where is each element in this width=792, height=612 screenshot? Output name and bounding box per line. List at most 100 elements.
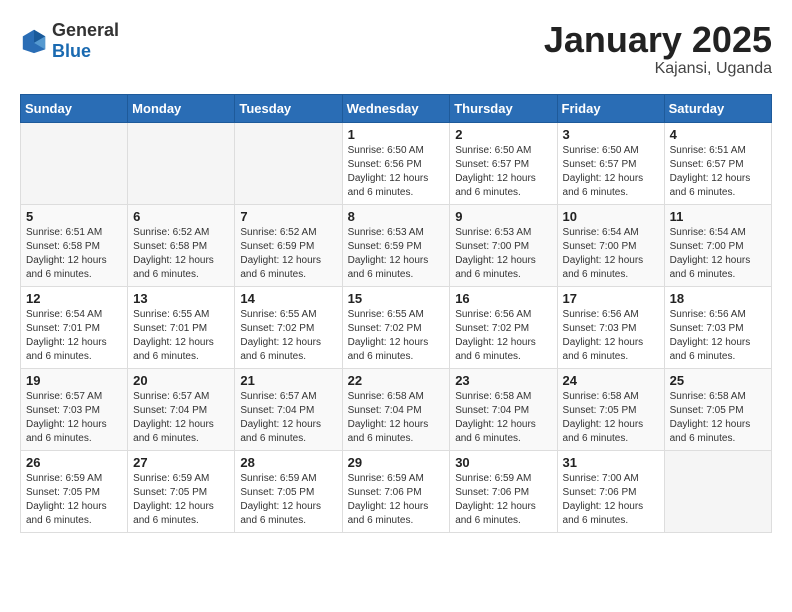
calendar-cell: 29 Sunrise: 6:59 AM Sunset: 7:06 PM Dayli…: [342, 450, 450, 532]
day-info: Sunrise: 6:57 AM Sunset: 7:03 PM Dayligh…: [26, 390, 122, 446]
day-number: 28: [240, 455, 336, 470]
day-number: 21: [240, 373, 336, 388]
day-info: Sunrise: 6:50 AM Sunset: 6:56 PM Dayligh…: [348, 144, 445, 200]
day-number: 17: [563, 291, 659, 306]
day-number: 22: [348, 373, 445, 388]
calendar-cell: 13 Sunrise: 6:55 AM Sunset: 7:01 PM Dayli…: [128, 286, 235, 368]
calendar-cell: 12 Sunrise: 6:54 AM Sunset: 7:01 PM Dayli…: [21, 286, 128, 368]
day-number: 26: [26, 455, 122, 470]
week-row-3: 12 Sunrise: 6:54 AM Sunset: 7:01 PM Dayli…: [21, 286, 772, 368]
calendar-cell: 18Sunrise: 6:56 AM Sunset: 7:03 PM Dayli…: [664, 286, 771, 368]
day-info: Sunrise: 6:51 AM Sunset: 6:57 PM Dayligh…: [670, 144, 766, 200]
calendar-cell: 1 Sunrise: 6:50 AM Sunset: 6:56 PM Daylig…: [342, 122, 450, 204]
weekday-header-monday: Monday: [128, 94, 235, 122]
day-info: Sunrise: 6:52 AM Sunset: 6:58 PM Dayligh…: [133, 226, 229, 282]
day-info: Sunrise: 6:56 AM Sunset: 7:03 PM Dayligh…: [563, 308, 659, 364]
page-header: General Blue January 2025 Kajansi, Ugand…: [20, 20, 772, 78]
logo: General Blue: [20, 20, 119, 62]
day-number: 29: [348, 455, 445, 470]
calendar-cell: 11Sunrise: 6:54 AM Sunset: 7:00 PM Dayli…: [664, 204, 771, 286]
day-info: Sunrise: 6:59 AM Sunset: 7:05 PM Dayligh…: [133, 472, 229, 528]
day-number: 25: [670, 373, 766, 388]
calendar-cell: 2 Sunrise: 6:50 AM Sunset: 6:57 PM Daylig…: [450, 122, 557, 204]
calendar-cell: [664, 450, 771, 532]
calendar-cell: 25 Sunrise: 6:58 AM Sunset: 7:05 PM Dayli…: [664, 368, 771, 450]
day-info: Sunrise: 6:54 AM Sunset: 7:01 PM Dayligh…: [26, 308, 122, 364]
calendar-cell: 27 Sunrise: 6:59 AM Sunset: 7:05 PM Dayli…: [128, 450, 235, 532]
calendar-cell: 31Sunrise: 7:00 AM Sunset: 7:06 PM Dayli…: [557, 450, 664, 532]
day-number: 31: [563, 455, 659, 470]
calendar-cell: 10 Sunrise: 6:54 AM Sunset: 7:00 PM Dayli…: [557, 204, 664, 286]
calendar-cell: [21, 122, 128, 204]
day-info: Sunrise: 6:50 AM Sunset: 6:57 PM Dayligh…: [455, 144, 551, 200]
weekday-header-thursday: Thursday: [450, 94, 557, 122]
day-number: 23: [455, 373, 551, 388]
day-info: Sunrise: 6:52 AM Sunset: 6:59 PM Dayligh…: [240, 226, 336, 282]
calendar-cell: 20Sunrise: 6:57 AM Sunset: 7:04 PM Dayli…: [128, 368, 235, 450]
day-info: Sunrise: 6:59 AM Sunset: 7:06 PM Dayligh…: [455, 472, 551, 528]
calendar-cell: 21 Sunrise: 6:57 AM Sunset: 7:04 PM Dayli…: [235, 368, 342, 450]
calendar-cell: 15Sunrise: 6:55 AM Sunset: 7:02 PM Dayli…: [342, 286, 450, 368]
calendar-cell: [128, 122, 235, 204]
calendar-cell: 22 Sunrise: 6:58 AM Sunset: 7:04 PM Dayli…: [342, 368, 450, 450]
calendar-cell: 26 Sunrise: 6:59 AM Sunset: 7:05 PM Dayli…: [21, 450, 128, 532]
calendar-cell: 30 Sunrise: 6:59 AM Sunset: 7:06 PM Dayli…: [450, 450, 557, 532]
weekday-header-friday: Friday: [557, 94, 664, 122]
calendar-cell: 6Sunrise: 6:52 AM Sunset: 6:58 PM Daylig…: [128, 204, 235, 286]
day-number: 4: [670, 127, 766, 142]
day-info: Sunrise: 6:53 AM Sunset: 7:00 PM Dayligh…: [455, 226, 551, 282]
day-info: Sunrise: 6:58 AM Sunset: 7:04 PM Dayligh…: [348, 390, 445, 446]
day-number: 14: [240, 291, 336, 306]
day-info: Sunrise: 6:55 AM Sunset: 7:01 PM Dayligh…: [133, 308, 229, 364]
day-number: 19: [26, 373, 122, 388]
logo-icon: [20, 27, 48, 55]
calendar-cell: 14Sunrise: 6:55 AM Sunset: 7:02 PM Dayli…: [235, 286, 342, 368]
day-number: 3: [563, 127, 659, 142]
day-info: Sunrise: 6:58 AM Sunset: 7:05 PM Dayligh…: [670, 390, 766, 446]
calendar-cell: 17 Sunrise: 6:56 AM Sunset: 7:03 PM Dayli…: [557, 286, 664, 368]
day-number: 5: [26, 209, 122, 224]
day-number: 13: [133, 291, 229, 306]
day-info: Sunrise: 6:59 AM Sunset: 7:06 PM Dayligh…: [348, 472, 445, 528]
day-number: 7: [240, 209, 336, 224]
day-info: Sunrise: 6:59 AM Sunset: 7:05 PM Dayligh…: [240, 472, 336, 528]
logo-text: General Blue: [52, 20, 119, 62]
day-info: Sunrise: 6:56 AM Sunset: 7:02 PM Dayligh…: [455, 308, 551, 364]
location-title: Kajansi, Uganda: [544, 60, 772, 78]
day-number: 2: [455, 127, 551, 142]
day-number: 8: [348, 209, 445, 224]
day-info: Sunrise: 6:54 AM Sunset: 7:00 PM Dayligh…: [563, 226, 659, 282]
day-number: 1: [348, 127, 445, 142]
calendar-cell: 5 Sunrise: 6:51 AM Sunset: 6:58 PM Daylig…: [21, 204, 128, 286]
calendar-cell: 7 Sunrise: 6:52 AM Sunset: 6:59 PM Daylig…: [235, 204, 342, 286]
title-block: January 2025 Kajansi, Uganda: [544, 20, 772, 78]
calendar-cell: 19 Sunrise: 6:57 AM Sunset: 7:03 PM Dayli…: [21, 368, 128, 450]
day-info: Sunrise: 6:59 AM Sunset: 7:05 PM Dayligh…: [26, 472, 122, 528]
day-number: 12: [26, 291, 122, 306]
week-row-1: 1 Sunrise: 6:50 AM Sunset: 6:56 PM Daylig…: [21, 122, 772, 204]
calendar-table: SundayMondayTuesdayWednesdayThursdayFrid…: [20, 94, 772, 533]
calendar-cell: [235, 122, 342, 204]
day-number: 30: [455, 455, 551, 470]
day-info: Sunrise: 6:58 AM Sunset: 7:05 PM Dayligh…: [563, 390, 659, 446]
calendar-cell: 28 Sunrise: 6:59 AM Sunset: 7:05 PM Dayli…: [235, 450, 342, 532]
day-number: 18: [670, 291, 766, 306]
logo-general: General: [52, 20, 119, 40]
day-number: 10: [563, 209, 659, 224]
day-info: Sunrise: 6:53 AM Sunset: 6:59 PM Dayligh…: [348, 226, 445, 282]
weekday-header-saturday: Saturday: [664, 94, 771, 122]
logo-blue: Blue: [52, 41, 91, 61]
day-number: 15: [348, 291, 445, 306]
calendar-cell: 23Sunrise: 6:58 AM Sunset: 7:04 PM Dayli…: [450, 368, 557, 450]
week-row-4: 19 Sunrise: 6:57 AM Sunset: 7:03 PM Dayli…: [21, 368, 772, 450]
calendar-cell: 9Sunrise: 6:53 AM Sunset: 7:00 PM Daylig…: [450, 204, 557, 286]
weekday-header-sunday: Sunday: [21, 94, 128, 122]
week-row-2: 5 Sunrise: 6:51 AM Sunset: 6:58 PM Daylig…: [21, 204, 772, 286]
day-info: Sunrise: 6:54 AM Sunset: 7:00 PM Dayligh…: [670, 226, 766, 282]
day-info: Sunrise: 6:50 AM Sunset: 6:57 PM Dayligh…: [563, 144, 659, 200]
weekday-header-tuesday: Tuesday: [235, 94, 342, 122]
day-number: 27: [133, 455, 229, 470]
day-info: Sunrise: 6:51 AM Sunset: 6:58 PM Dayligh…: [26, 226, 122, 282]
day-info: Sunrise: 6:57 AM Sunset: 7:04 PM Dayligh…: [240, 390, 336, 446]
day-number: 20: [133, 373, 229, 388]
